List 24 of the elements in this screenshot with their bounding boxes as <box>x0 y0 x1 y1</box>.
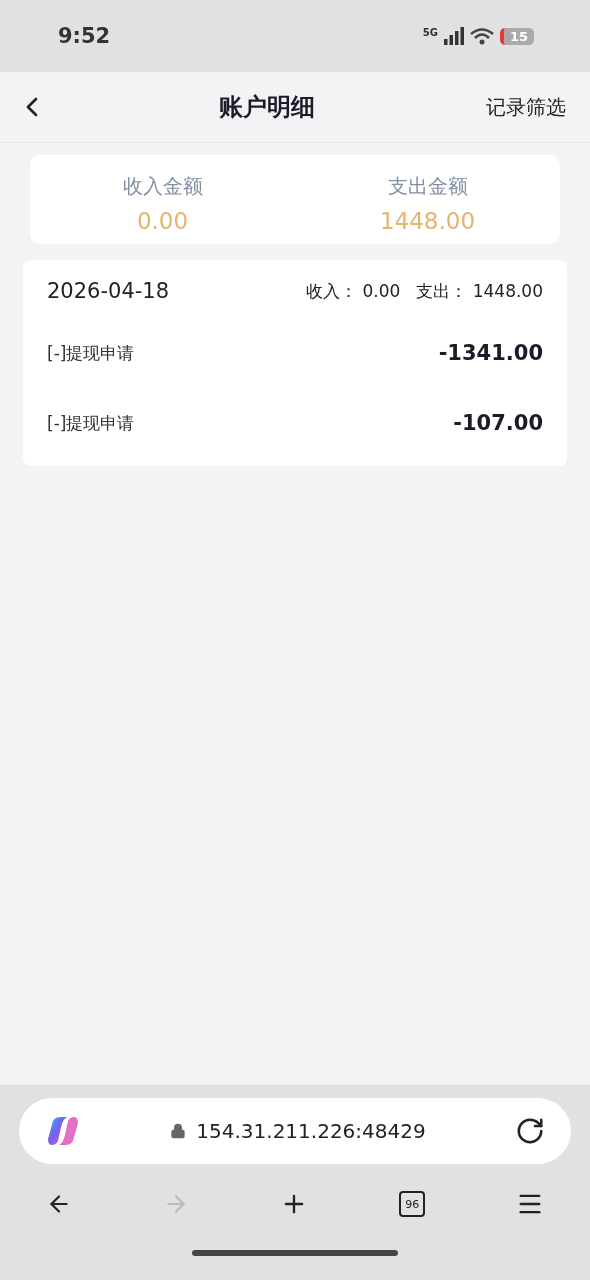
tabs-button[interactable]: 96 <box>399 1191 426 1217</box>
lock-icon <box>170 1123 187 1139</box>
address-bar[interactable]: 154.31.211.226:48429 <box>19 1098 571 1164</box>
summary-value: 0.00 <box>136 208 189 234</box>
summary-value: 1448.00 <box>379 208 476 234</box>
record-title: [-]提现申请 <box>47 341 135 365</box>
reload-button[interactable] <box>515 1116 545 1146</box>
summary-label: 收入金额 <box>122 173 203 200</box>
page-title: 账户明细 <box>219 92 315 123</box>
network-label: 5G <box>422 27 438 38</box>
record-amount: -107.00 <box>453 411 543 435</box>
wifi-icon <box>469 27 494 45</box>
signal-icon <box>443 27 464 45</box>
reload-icon <box>515 1116 545 1146</box>
filter-button[interactable]: 记录筛选 <box>486 93 566 121</box>
status-time: 9:52 <box>58 24 111 48</box>
day-total: 收入： 0.00 <box>306 279 401 303</box>
day-total: 支出： 1448.00 <box>416 279 543 303</box>
record-amount: -1341.00 <box>438 341 543 365</box>
record-title: [-]提现申请 <box>47 411 135 435</box>
url-text: 154.31.211.226:48429 <box>196 1119 426 1143</box>
battery-level: 15 <box>499 27 534 45</box>
date-label: 2026-04-18 <box>47 279 170 303</box>
summary-label: 支出金额 <box>387 173 468 200</box>
